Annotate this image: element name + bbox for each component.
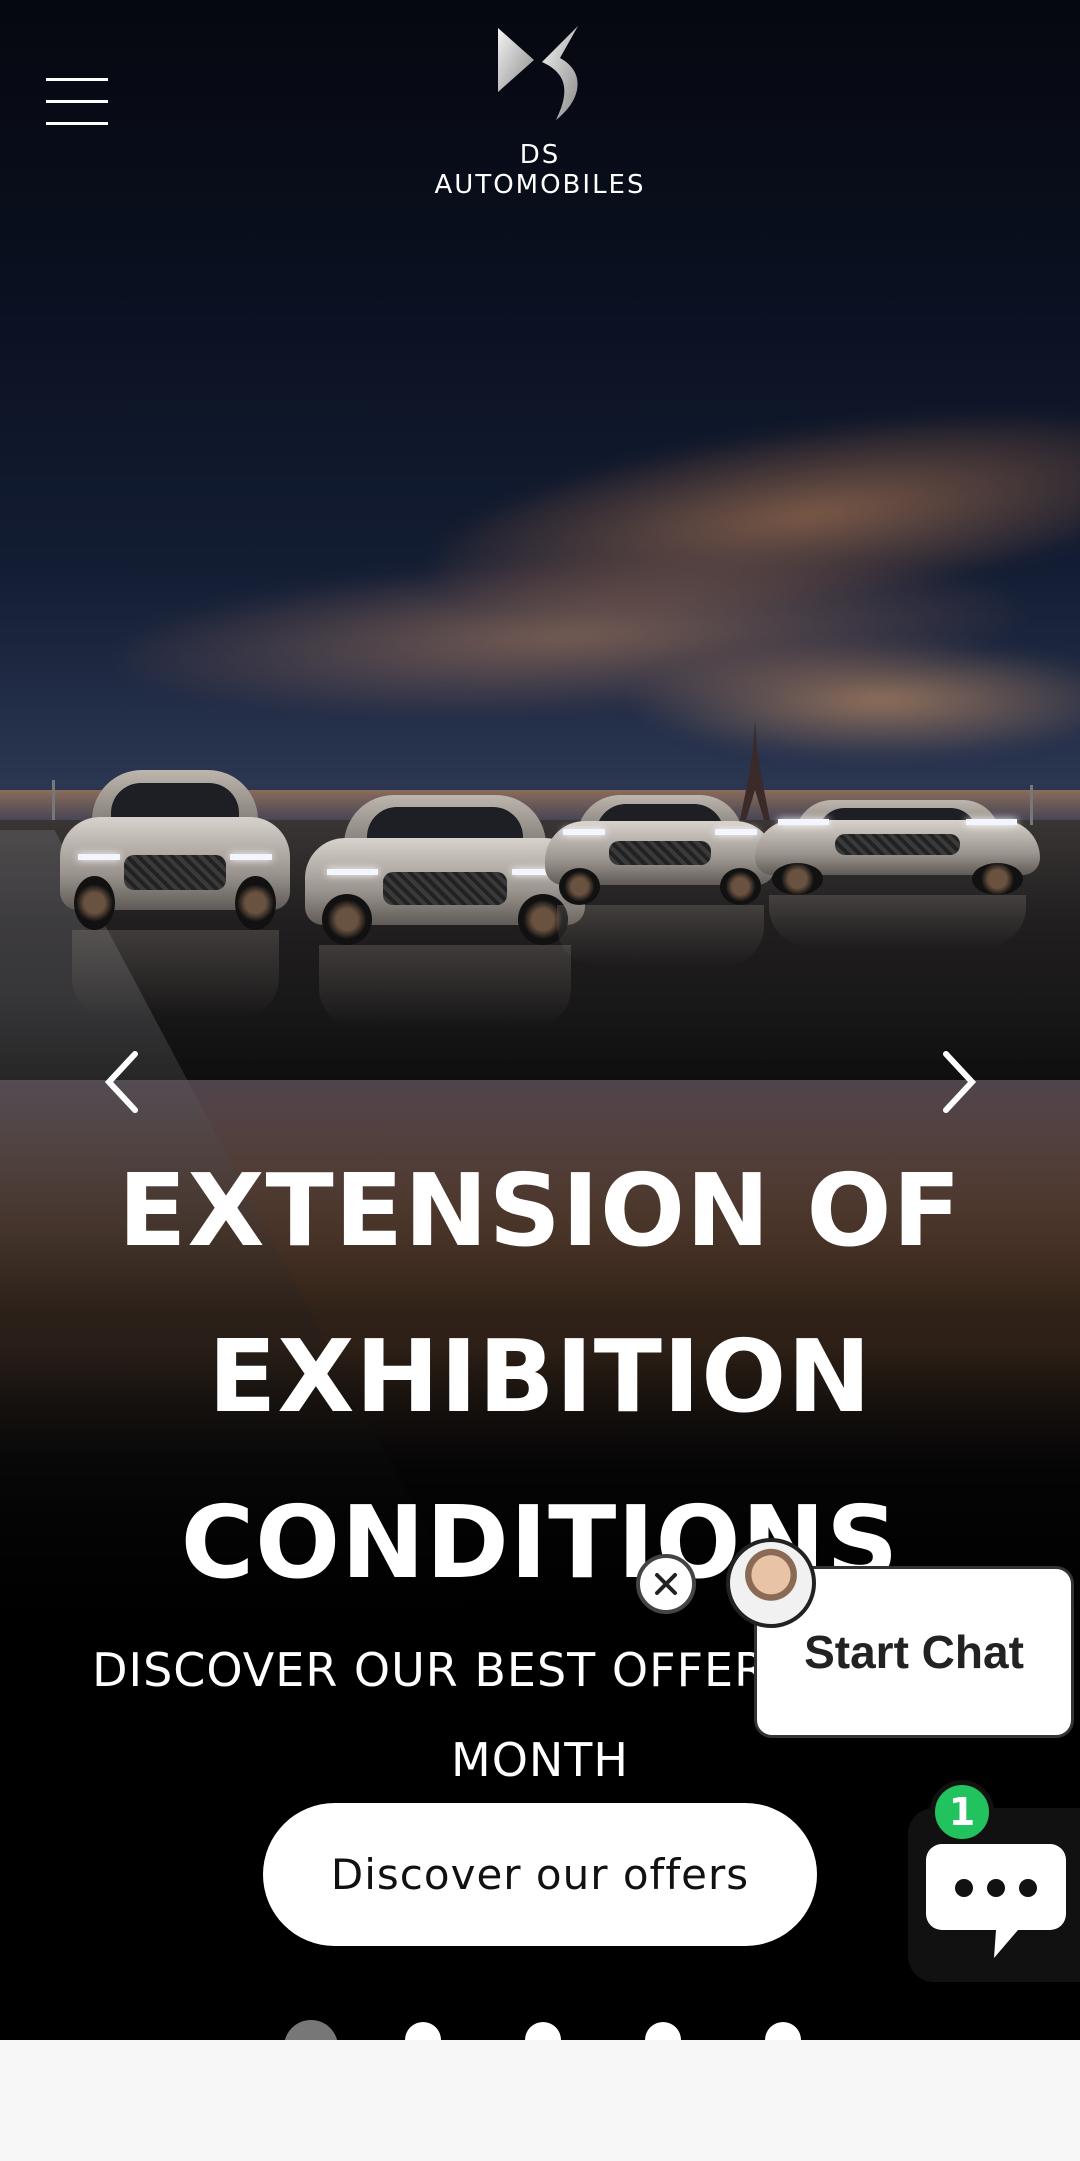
carousel-dot-1[interactable] <box>284 2020 338 2040</box>
carousel-prev-button[interactable] <box>95 1050 155 1114</box>
car-image <box>305 795 585 1028</box>
chat-unread-badge: 1 <box>930 1780 994 1844</box>
carousel-pagination <box>0 2020 1080 2040</box>
brand-name: DS AUTOMOBILES <box>434 140 646 200</box>
carousel-next-button[interactable] <box>930 1050 990 1114</box>
street-lamp <box>52 780 55 820</box>
carousel-dot-3[interactable] <box>525 2022 561 2040</box>
menu-button[interactable] <box>46 76 108 126</box>
chevron-left-icon <box>104 1051 138 1113</box>
discover-offers-button[interactable]: Discover our offers <box>263 1803 817 1946</box>
brand-logo[interactable]: DS AUTOMOBILES <box>420 22 660 200</box>
agent-avatar <box>726 1538 816 1628</box>
carousel-dot-4[interactable] <box>645 2022 681 2040</box>
close-icon <box>655 1573 677 1595</box>
start-chat-label: Start Chat <box>804 1626 1024 1678</box>
ds-logo-icon <box>498 26 578 120</box>
hero-headline: EXTENSION OF EXHIBITION CONDITIONS <box>100 1128 980 1626</box>
page-bottom-area <box>0 2040 1080 2161</box>
chat-launcher-button[interactable] <box>908 1808 1080 1982</box>
carousel-dot-2[interactable] <box>405 2022 441 2040</box>
headline-line: EXHIBITION <box>208 1318 872 1435</box>
car-image <box>545 795 775 966</box>
chat-bubble-icon <box>926 1844 1066 1958</box>
chat-close-button[interactable] <box>636 1554 696 1614</box>
hamburger-menu-icon <box>46 78 108 81</box>
car-image <box>60 770 290 1018</box>
headline-line: EXTENSION OF <box>118 1152 962 1269</box>
car-image <box>755 800 1040 948</box>
carousel-dot-5[interactable] <box>765 2022 801 2040</box>
chevron-right-icon <box>943 1051 977 1113</box>
